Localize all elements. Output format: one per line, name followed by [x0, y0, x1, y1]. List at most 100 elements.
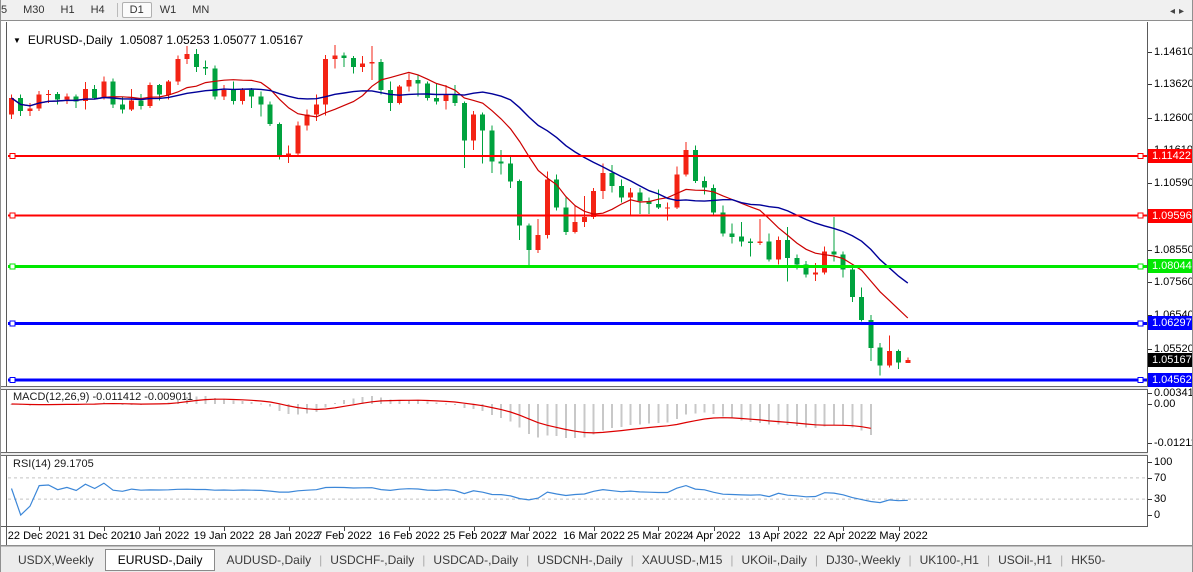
chart-tab-usdchf-daily[interactable]: USDCHF-,Daily [323, 550, 421, 570]
line-handle[interactable] [10, 321, 15, 326]
candle-body[interactable] [101, 82, 106, 98]
tab-scroll-right-button[interactable]: ▸ [1179, 6, 1188, 17]
chart-tab-usdcad-daily[interactable]: USDCAD-,Daily [426, 550, 525, 570]
line-handle[interactable] [1138, 264, 1143, 269]
candle-body[interactable] [702, 181, 707, 188]
candle-body[interactable] [887, 351, 892, 366]
candle-body[interactable] [831, 251, 836, 254]
candle-body[interactable] [499, 162, 504, 164]
candle-body[interactable] [203, 67, 208, 69]
candle-body[interactable] [231, 90, 236, 101]
candle-body[interactable] [563, 207, 568, 232]
candle-body[interactable] [905, 360, 910, 363]
candle-body[interactable] [462, 103, 467, 140]
candle-body[interactable] [295, 126, 300, 154]
candle-body[interactable] [92, 89, 97, 98]
candle-body[interactable] [471, 114, 476, 140]
candle-body[interactable] [757, 242, 762, 244]
chart-tab-dj30-weekly[interactable]: DJ30-,Weekly [819, 550, 907, 570]
chart-tab-usoil-h1[interactable]: USOil-,H1 [991, 550, 1059, 570]
candle-body[interactable] [434, 98, 439, 101]
candle-body[interactable] [166, 82, 171, 95]
line-handle[interactable] [10, 264, 15, 269]
candle-body[interactable] [878, 348, 883, 366]
candle-body[interactable] [28, 108, 33, 111]
candle-body[interactable] [157, 85, 162, 95]
candle-body[interactable] [351, 58, 356, 67]
timeframe-button-d1[interactable]: D1 [122, 2, 152, 18]
candle-body[interactable] [222, 90, 227, 97]
chart-tab-usdx-weekly[interactable]: USDX,Weekly [11, 550, 101, 570]
candle-body[interactable] [573, 222, 578, 232]
line-handle[interactable] [10, 154, 15, 159]
line-handle[interactable] [1138, 213, 1143, 218]
price-level-line-1.08044[interactable] [8, 265, 1147, 268]
price-level-label-1.04562[interactable]: 1.04562 [1148, 373, 1193, 387]
candle-body[interactable] [767, 242, 772, 260]
timeframe-button-h4[interactable]: H4 [83, 2, 113, 18]
candle-body[interactable] [314, 105, 319, 115]
macd-plot[interactable] [8, 390, 1147, 452]
chart-tab-uk100-h1[interactable]: UK100-,H1 [913, 550, 986, 570]
candle-body[interactable] [342, 56, 347, 58]
candle-body[interactable] [55, 94, 60, 100]
candle-body[interactable] [120, 105, 125, 110]
candle-body[interactable] [693, 150, 698, 181]
chart-tab-ukoil-daily[interactable]: UKOil-,Daily [735, 550, 814, 570]
candle-body[interactable] [185, 54, 190, 59]
price-level-line-1.09596[interactable] [8, 215, 1147, 217]
candle-body[interactable] [656, 204, 661, 207]
candle-body[interactable] [138, 101, 143, 107]
candle-body[interactable] [416, 80, 421, 83]
line-handle[interactable] [1138, 321, 1143, 326]
price-level-label-1.11422[interactable]: 1.11422 [1148, 149, 1193, 163]
candle-body[interactable] [379, 62, 384, 90]
candle-body[interactable] [582, 217, 587, 222]
candle-body[interactable] [37, 95, 42, 109]
candle-body[interactable] [46, 94, 51, 95]
candle-body[interactable] [776, 240, 781, 260]
line-handle[interactable] [1138, 378, 1143, 383]
candle-body[interactable] [813, 273, 818, 275]
candle-body[interactable] [111, 82, 116, 105]
candle-body[interactable] [129, 101, 134, 110]
candle-body[interactable] [332, 56, 337, 59]
price-level-line-1.04562[interactable] [8, 379, 1147, 382]
candle-body[interactable] [748, 242, 753, 244]
line-handle[interactable] [10, 213, 15, 218]
candle-body[interactable] [175, 59, 180, 82]
candle-body[interactable] [388, 90, 393, 103]
candle-body[interactable] [425, 83, 430, 98]
main-chart-plot[interactable] [8, 23, 1147, 386]
candle-body[interactable] [619, 186, 624, 197]
line-handle[interactable] [1138, 154, 1143, 159]
candle-body[interactable] [628, 193, 633, 198]
candle-body[interactable] [859, 297, 864, 320]
candle-body[interactable] [545, 180, 550, 236]
price-level-label-1.09596[interactable]: 1.09596 [1148, 209, 1193, 223]
chart-tab-audusd-daily[interactable]: AUDUSD-,Daily [219, 550, 318, 570]
candle-body[interactable] [277, 124, 282, 155]
chart-tab-hk50-[interactable]: HK50- [1064, 550, 1112, 570]
candle-body[interactable] [896, 351, 901, 362]
candle-body[interactable] [794, 258, 799, 265]
timeframe-button-m30[interactable]: M30 [15, 2, 52, 18]
candle-body[interactable] [536, 235, 541, 250]
candle-body[interactable] [600, 173, 605, 191]
timeframe-button-5[interactable]: 5 [0, 2, 15, 18]
candle-body[interactable] [249, 90, 254, 97]
candle-body[interactable] [240, 90, 245, 101]
candle-body[interactable] [508, 163, 513, 181]
price-level-label-1.08044[interactable]: 1.08044 [1148, 259, 1193, 273]
candle-body[interactable] [194, 54, 199, 67]
line-handle[interactable] [10, 378, 15, 383]
candle-body[interactable] [9, 98, 14, 114]
chart-tab-xauusd-m15[interactable]: XAUUSD-,M15 [635, 550, 730, 570]
candle-body[interactable] [286, 154, 291, 156]
timeframe-button-h1[interactable]: H1 [53, 2, 83, 18]
candle-body[interactable] [730, 234, 735, 237]
price-level-label-1.06297[interactable]: 1.06297 [1148, 316, 1193, 330]
tab-scroll-left-button[interactable]: ◂ [1170, 6, 1179, 17]
candle-body[interactable] [148, 85, 153, 106]
price-level-line-1.11422[interactable] [8, 155, 1147, 157]
